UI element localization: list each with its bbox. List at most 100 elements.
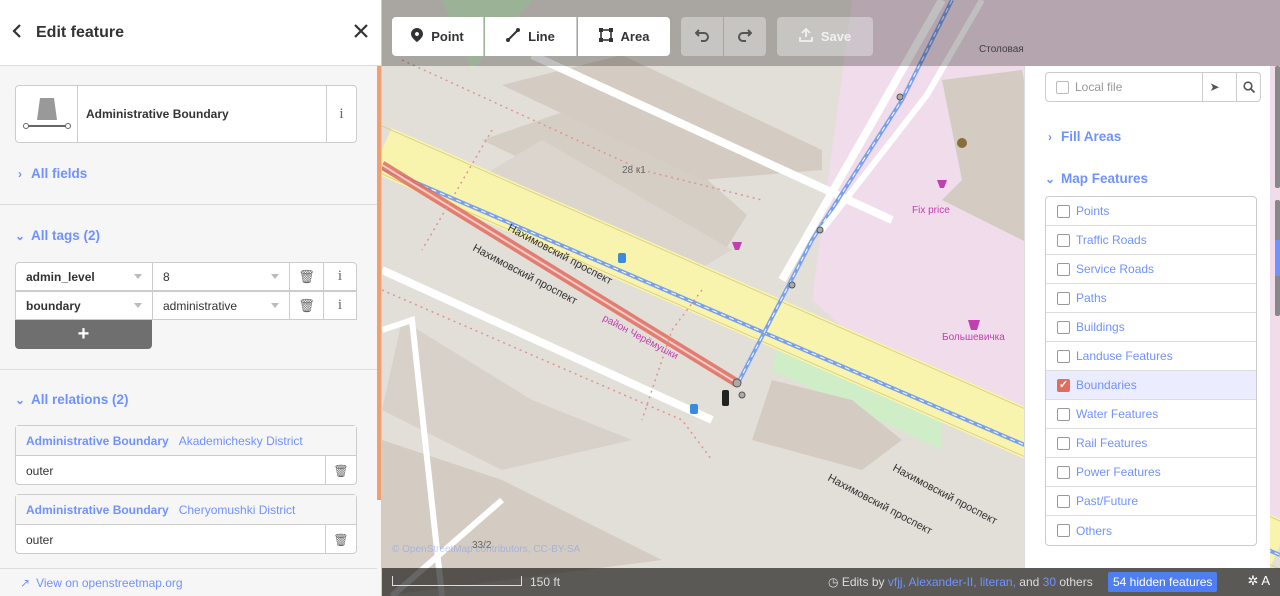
save-button[interactable]: Save	[777, 17, 873, 56]
undo-icon	[694, 28, 710, 45]
locate-icon[interactable]: ➤	[1202, 73, 1226, 101]
checkbox[interactable]	[1057, 204, 1070, 218]
point-icon	[411, 28, 424, 45]
feature-label: Buildings	[1076, 320, 1125, 334]
checkbox[interactable]	[1057, 233, 1070, 247]
undo-button[interactable]	[681, 17, 723, 56]
add-point-button[interactable]: Point	[392, 17, 484, 56]
feature-filter-service-roads[interactable]: Service Roads	[1046, 255, 1256, 284]
map-attribution[interactable]: © OpenStreetMap contributors, CC-BY-SA	[392, 544, 580, 555]
role-input[interactable]: outer	[16, 525, 326, 554]
view-on-osm-link[interactable]: ↗ View on openstreetmap.org	[0, 568, 377, 596]
combo-caret-icon[interactable]	[134, 274, 142, 279]
redo-icon	[737, 28, 753, 45]
add-tag-button[interactable]: +	[15, 320, 152, 349]
delete-membership-icon[interactable]: 🗑	[326, 525, 356, 554]
checkbox[interactable]	[1057, 349, 1070, 363]
combo-caret-icon[interactable]	[134, 303, 142, 308]
feature-label: Paths	[1076, 291, 1107, 305]
edits-and: and	[1019, 575, 1040, 589]
back-icon[interactable]	[12, 22, 32, 43]
role-input[interactable]: outer	[16, 456, 326, 485]
feature-filter-past-future[interactable]: Past/Future	[1046, 487, 1256, 516]
chevron-down-icon: ⌄	[15, 228, 26, 243]
search-icon[interactable]	[1236, 73, 1260, 101]
tag-info-icon[interactable]: i	[324, 292, 356, 319]
delete-tag-icon[interactable]: 🗑	[290, 263, 324, 290]
feature-filter-water[interactable]: Water Features	[1046, 400, 1256, 429]
add-area-label: Area	[620, 29, 650, 44]
feature-filter-rail[interactable]: Rail Features	[1046, 429, 1256, 458]
map-controls-bar-top[interactable]	[1275, 66, 1280, 188]
page-title: Edit feature	[36, 23, 125, 41]
local-file-input[interactable]: Local file ➤	[1045, 72, 1261, 102]
feature-filter-paths[interactable]: Paths	[1046, 284, 1256, 313]
delete-tag-icon[interactable]: 🗑	[290, 292, 324, 319]
checkbox[interactable]	[1057, 465, 1070, 479]
feature-filter-landuse[interactable]: Landuse Features	[1046, 342, 1256, 371]
relation-membership: Administrative Boundary Akademichesky Di…	[15, 425, 357, 485]
feature-label: Water Features	[1076, 407, 1159, 421]
checkbox[interactable]	[1057, 494, 1070, 508]
combo-caret-icon[interactable]	[271, 303, 279, 308]
relation-link[interactable]: Administrative Boundary Akademichesky Di…	[16, 426, 356, 456]
feature-label: Others	[1076, 523, 1113, 538]
close-icon[interactable]	[353, 22, 369, 42]
all-relations-toggle[interactable]: ⌄ All relations (2)	[15, 392, 129, 407]
feature-label: Rail Features	[1076, 436, 1148, 450]
feature-filter-traffic-roads[interactable]: Traffic Roads	[1046, 226, 1256, 255]
tag-info-icon[interactable]: i	[324, 263, 356, 290]
map-data-pane-toggle[interactable]	[1275, 240, 1280, 276]
svg-text:Fix price: Fix price	[912, 205, 950, 216]
tag-key-input[interactable]: boundary	[16, 292, 153, 319]
chevron-right-icon: ›	[1048, 129, 1052, 144]
sidebar-resizer[interactable]	[377, 66, 381, 500]
feature-filter-others[interactable]: Others	[1046, 516, 1256, 545]
preset-selector[interactable]: Administrative Boundary i	[15, 85, 357, 143]
report-bug-icon[interactable]: ✲ A	[1248, 573, 1270, 589]
upload-icon	[798, 27, 813, 45]
feature-filter-buildings[interactable]: Buildings	[1046, 313, 1256, 342]
local-file-checkbox[interactable]	[1056, 80, 1069, 94]
view-on-osm-label: View on openstreetmap.org	[36, 575, 183, 590]
map-footer: 150 ft ◷ Edits by vfjj, Alexander-II, li…	[382, 568, 1280, 596]
chevron-down-icon: ⌄	[15, 392, 26, 407]
redo-button[interactable]	[724, 17, 766, 56]
tag-value-text: administrative	[163, 298, 238, 313]
relation-type: Administrative Boundary	[26, 433, 169, 448]
relation-name: Akademichesky District	[178, 433, 303, 448]
svg-text:Большевичка: Большевичка	[942, 332, 1005, 343]
feature-filter-power[interactable]: Power Features	[1046, 458, 1256, 487]
checkbox[interactable]	[1057, 436, 1070, 450]
tag-key-text: boundary	[26, 298, 81, 313]
feature-label: Service Roads	[1076, 262, 1155, 276]
map-controls-bar[interactable]	[1275, 200, 1280, 316]
checkbox[interactable]	[1057, 262, 1070, 276]
others-count-link[interactable]: 30	[1043, 575, 1056, 589]
fill-areas-section[interactable]: › Fill Areas	[1045, 129, 1121, 144]
feature-filter-boundaries[interactable]: Boundaries	[1046, 371, 1256, 400]
checkbox[interactable]	[1057, 291, 1070, 305]
map-features-section[interactable]: ⌄ Map Features	[1045, 171, 1148, 186]
feature-filter-points[interactable]: Points	[1046, 197, 1256, 226]
checkbox[interactable]	[1057, 524, 1070, 537]
checkbox[interactable]	[1057, 407, 1070, 421]
all-tags-toggle[interactable]: ⌄ All tags (2)	[15, 228, 100, 243]
relation-link[interactable]: Administrative Boundary Cheryomushki Dis…	[16, 495, 356, 525]
scale-bar	[392, 576, 522, 586]
tag-value-input[interactable]: 8	[153, 263, 290, 290]
add-line-button[interactable]: Line	[485, 17, 577, 56]
add-area-button[interactable]: Area	[578, 17, 670, 56]
tag-key-input[interactable]: admin_level	[16, 263, 153, 290]
hidden-features-badge[interactable]: 54 hidden features	[1108, 572, 1218, 592]
all-fields-toggle[interactable]: › All fields	[15, 166, 87, 181]
sidebar: Edit feature Administrative Boundary i ›…	[0, 0, 382, 596]
editors-links[interactable]: vfjj, Alexander-II, literan,	[888, 575, 1016, 589]
tag-value-input[interactable]: administrative	[153, 292, 290, 319]
boundary-preset-icon	[16, 86, 78, 142]
checkbox[interactable]	[1057, 320, 1070, 334]
preset-info-icon[interactable]: i	[326, 86, 356, 142]
checkbox-checked[interactable]	[1057, 378, 1070, 392]
combo-caret-icon[interactable]	[271, 274, 279, 279]
delete-membership-icon[interactable]: 🗑	[326, 456, 356, 485]
